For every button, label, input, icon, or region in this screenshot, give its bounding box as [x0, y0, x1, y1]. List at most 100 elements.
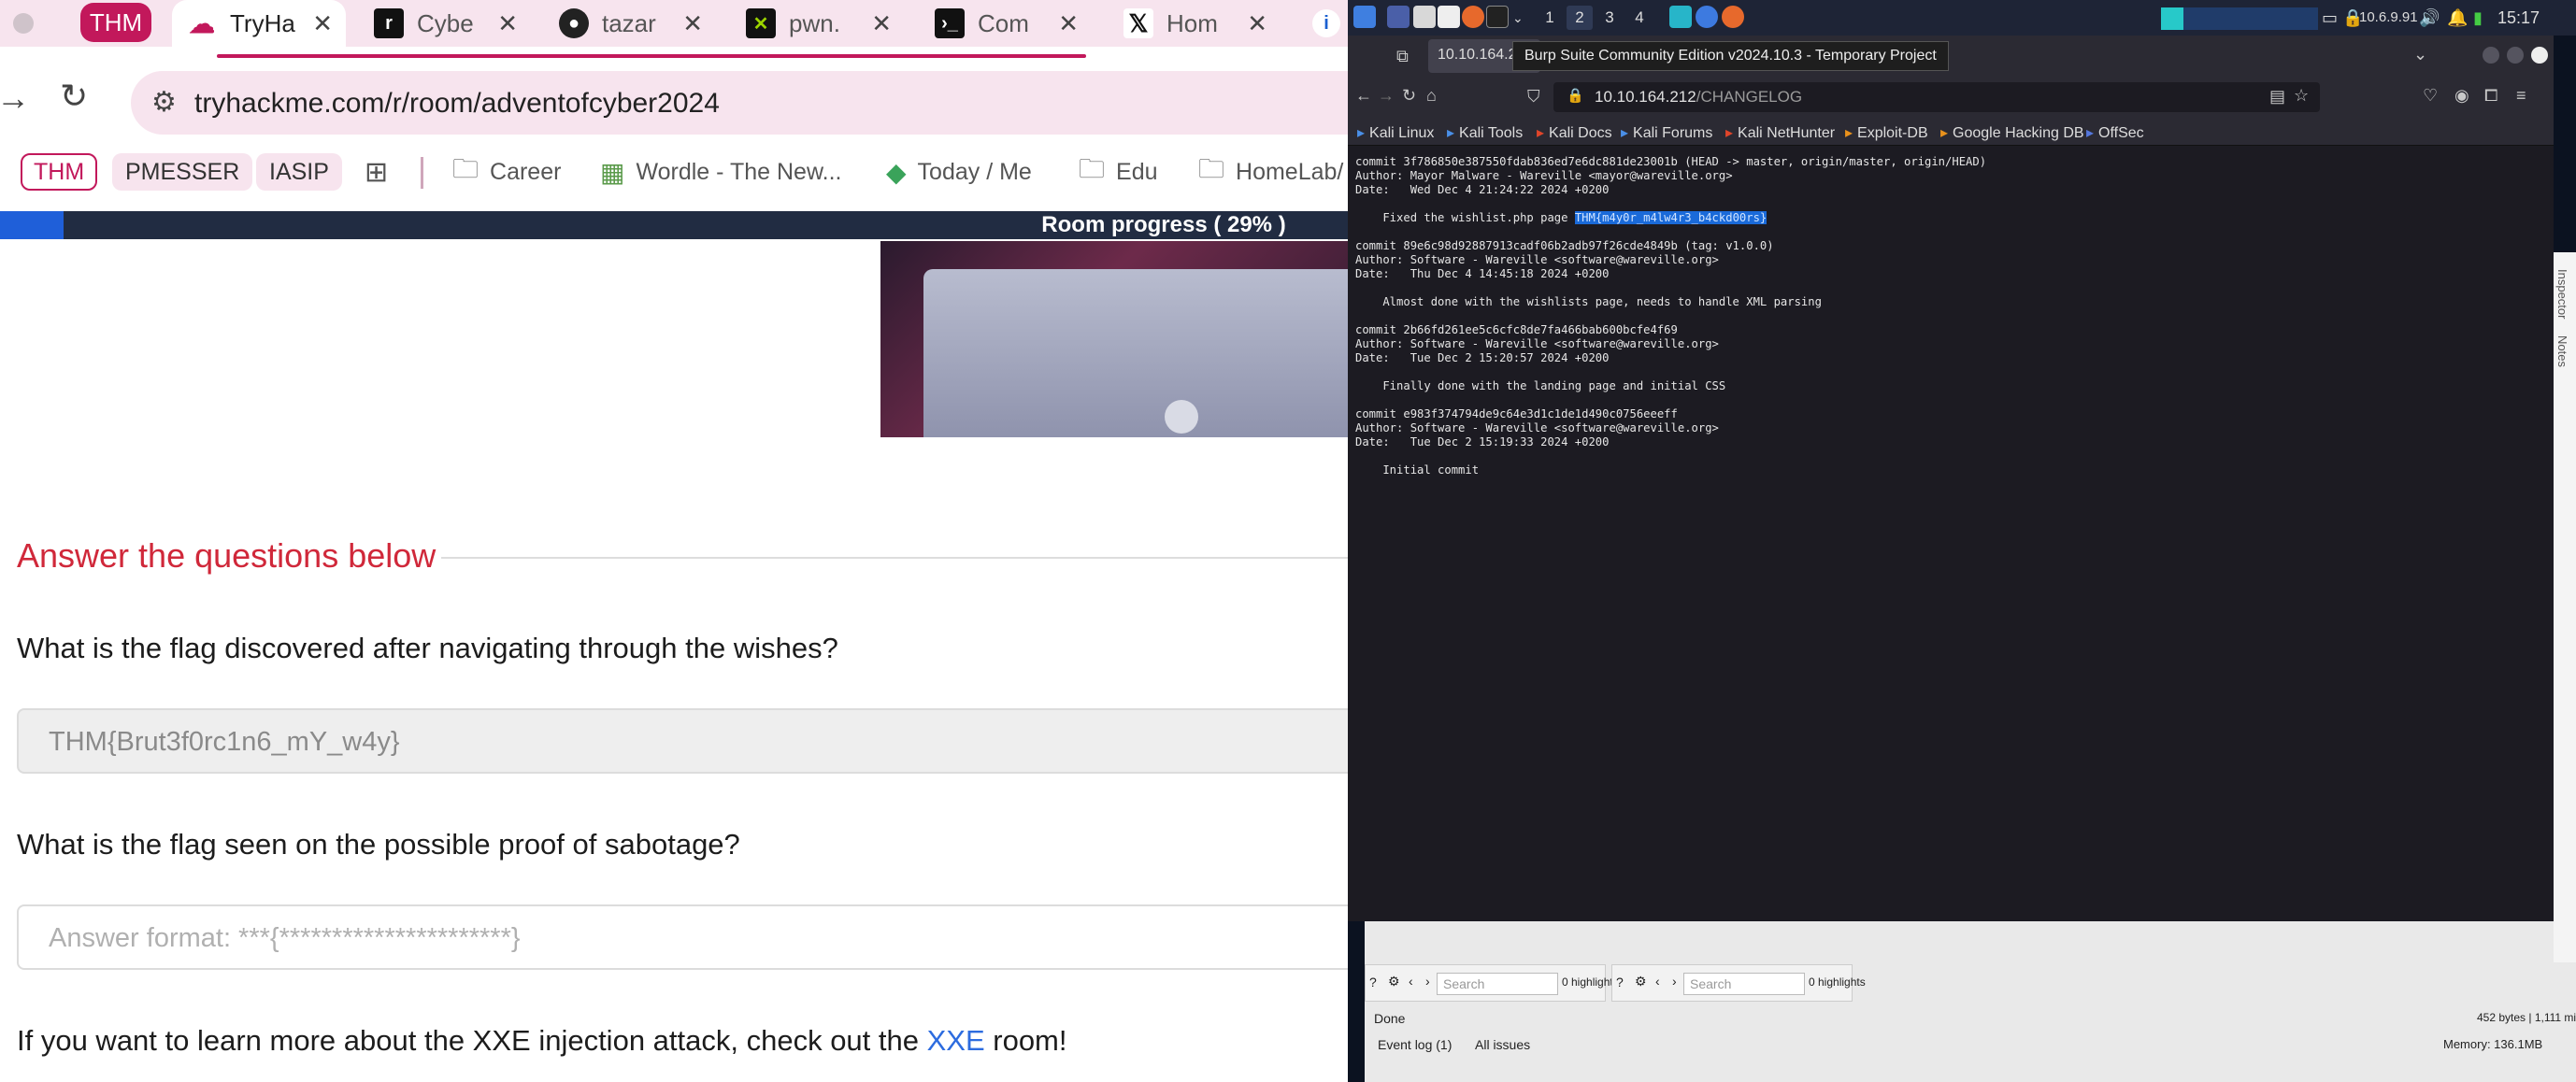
close-tab-icon[interactable]: ✕	[312, 9, 333, 38]
help-icon[interactable]: ?	[1616, 975, 1624, 989]
terminal-icon[interactable]	[1486, 6, 1509, 28]
tab-tryhackme[interactable]: ☁ TryHa ✕	[172, 0, 346, 47]
forward-icon[interactable]: →	[1378, 86, 1395, 106]
pocket-icon[interactable]: ♡	[2423, 86, 2438, 106]
screen-icon[interactable]: ▭	[2322, 6, 2338, 30]
chromium-icon[interactable]	[1696, 6, 1718, 28]
xxe-room-link[interactable]: XXE	[927, 1024, 985, 1057]
close-tab-icon[interactable]: ✕	[1247, 9, 1267, 38]
desktop-icon[interactable]	[1387, 6, 1410, 28]
bookmark-thm[interactable]: THM	[21, 153, 98, 191]
settings-icon[interactable]: ⚙	[1635, 974, 1647, 989]
settings-icon[interactable]: ⚙	[1388, 974, 1400, 989]
bookmark-career[interactable]: 🗀 Career	[452, 153, 561, 191]
bookmark-pmesser[interactable]: PMESSER	[112, 153, 253, 191]
bookmark-google-hacking-db[interactable]: ▸ Google Hacking DB	[1940, 123, 2084, 142]
kali-icon: ▸	[1447, 125, 1455, 141]
tab-x-home[interactable]: 𝕏 Hom ✕	[1123, 4, 1267, 43]
back-icon[interactable]: ←	[1355, 86, 1372, 106]
bookmark-kali-linux[interactable]: ▸ Kali Linux	[1357, 123, 1434, 142]
bookmark-kali-docs[interactable]: ▸ Kali Docs	[1537, 123, 1612, 142]
reader-view-icon[interactable]: ▤	[2269, 87, 2285, 107]
close-tab-icon[interactable]: ✕	[497, 9, 518, 38]
workspace-3[interactable]: 3	[1596, 6, 1623, 30]
chevron-down-icon[interactable]: ⌄	[2413, 45, 2427, 64]
site-settings-icon[interactable]: ⚙	[151, 86, 177, 119]
maximize-button[interactable]	[2507, 47, 2524, 64]
request-search-pane: ? ⚙ ‹ › Search 0 highlights	[1365, 964, 1619, 1002]
close-tab-icon[interactable]: ✕	[1058, 9, 1079, 38]
url-box[interactable]: ⚙ tryhackme.com/r/room/adventofcyber2024	[131, 71, 1348, 135]
chevron-down-icon[interactable]: ⌄	[1512, 6, 1524, 30]
files-icon[interactable]	[1413, 6, 1436, 28]
bookmark-iasip[interactable]: IASIP	[256, 153, 342, 191]
bookmark-edu[interactable]: 🗀 Edu	[1079, 153, 1158, 191]
tab-command[interactable]: ›_ Com ✕	[935, 4, 1079, 43]
firefox-url-box[interactable]: ⛉ 🔒 10.10.164.212/CHANGELOG ▤ ☆	[1527, 82, 2320, 112]
close-window-button[interactable]	[2531, 47, 2548, 64]
tab-group-thm[interactable]: THM	[80, 3, 151, 42]
answer-2-input[interactable]: Answer format: ***{*********************…	[17, 904, 1348, 970]
bookmark-label: Exploit-DB	[1857, 125, 1928, 141]
minimize-button[interactable]	[2483, 47, 2499, 64]
log-line: Author: Software - Wareville <software@w…	[1355, 253, 1719, 266]
info-tab-icon[interactable]: i	[1312, 9, 1340, 37]
firefox-window: ⧉ 10.10.164.2 Burp Suite Community Editi…	[1348, 36, 2554, 921]
extensions-icon[interactable]: ⧠	[2484, 86, 2497, 106]
next-icon[interactable]: ›	[1425, 974, 1430, 989]
log-line: Author: Mayor Malware - Wareville <mayor…	[1355, 169, 1733, 182]
close-tab-icon[interactable]: ✕	[682, 9, 703, 38]
bookmark-offsec[interactable]: ▸ OffSec	[2086, 123, 2144, 142]
answer-1-input[interactable]: THM{Brut3f0rc1n6_mY_w4y}	[17, 708, 1348, 774]
url-text[interactable]: tryhackme.com/r/room/adventofcyber2024	[194, 88, 720, 120]
firefox-url-text[interactable]: 10.10.164.212/CHANGELOG	[1595, 88, 1802, 107]
bookmark-today-me[interactable]: ◆ Today / Me	[886, 153, 1032, 191]
event-log-tab[interactable]: Event log (1)	[1378, 1037, 1452, 1052]
log-line: Date: Thu Dec 4 14:45:18 2024 +0200	[1355, 267, 1610, 280]
apps-grid-icon[interactable]: ⊞	[365, 153, 388, 191]
firefox-icon[interactable]	[1722, 6, 1744, 28]
back-arrow-icon[interactable]: →	[0, 78, 30, 118]
bookmark-wordle[interactable]: ▦ Wordle - The New...	[600, 153, 841, 191]
window-menu-icon[interactable]	[13, 13, 34, 34]
notes-tab[interactable]: Notes	[2555, 335, 2569, 367]
tab-list-icon[interactable]: ⧉	[1396, 47, 1409, 66]
bookmark-kali-forums[interactable]: ▸ Kali Forums	[1621, 123, 1712, 142]
tab-pwn[interactable]: ✕ pwn. ✕	[746, 4, 892, 43]
firefox-icon[interactable]	[1462, 6, 1484, 28]
all-issues-tab[interactable]: All issues	[1475, 1037, 1530, 1052]
reload-icon[interactable]: ↻	[60, 77, 88, 116]
reload-icon[interactable]: ↻	[1402, 86, 1416, 106]
workspace-4[interactable]: 4	[1626, 6, 1653, 30]
tab-cyber[interactable]: r Cybe ✕	[374, 4, 518, 43]
account-icon[interactable]: ◉	[2454, 86, 2469, 106]
previous-icon[interactable]: ‹	[1409, 974, 1413, 989]
highlighted-flag[interactable]: THM{m4y0r_m4lw4r3_b4ckd00rs}	[1574, 211, 1767, 224]
inspector-tab[interactable]: Inspector	[2555, 269, 2569, 319]
play-dot-icon[interactable]	[1165, 400, 1198, 434]
chrome-tab-strip: THM ☁ TryHa ✕ r Cybe ✕ ● tazar ✕ ✕ pwn. …	[0, 0, 1348, 47]
request-search-input[interactable]: Search	[1437, 973, 1558, 995]
volume-icon[interactable]: 🔊	[2419, 6, 2440, 30]
kali-menu-icon[interactable]	[1353, 6, 1376, 28]
bookmark-exploit-db[interactable]: ▸ Exploit-DB	[1845, 123, 1928, 142]
next-icon[interactable]: ›	[1672, 974, 1677, 989]
help-icon[interactable]: ?	[1369, 975, 1377, 989]
star-icon[interactable]: ☆	[2294, 86, 2309, 106]
network-monitor-bar	[2161, 7, 2183, 30]
bookmark-homelab[interactable]: 🗀 HomeLab/	[1198, 153, 1343, 191]
response-search-input[interactable]: Search	[1683, 973, 1805, 995]
workspace-2[interactable]: 2	[1567, 6, 1593, 30]
text-editor-icon[interactable]	[1438, 6, 1460, 28]
close-tab-icon[interactable]: ✕	[871, 9, 892, 38]
bookmark-kali-nethunter[interactable]: ▸ Kali NetHunter	[1725, 123, 1835, 142]
menu-icon[interactable]: ≡	[2516, 86, 2526, 106]
burp-icon[interactable]	[1669, 6, 1692, 28]
tab-github[interactable]: ● tazar ✕	[559, 4, 703, 43]
workspace-1[interactable]: 1	[1537, 6, 1563, 30]
bookmark-kali-tools[interactable]: ▸ Kali Tools	[1447, 123, 1523, 142]
home-icon[interactable]: ⌂	[1426, 86, 1437, 106]
bell-icon[interactable]: 🔔	[2447, 6, 2468, 30]
previous-icon[interactable]: ‹	[1655, 974, 1660, 989]
